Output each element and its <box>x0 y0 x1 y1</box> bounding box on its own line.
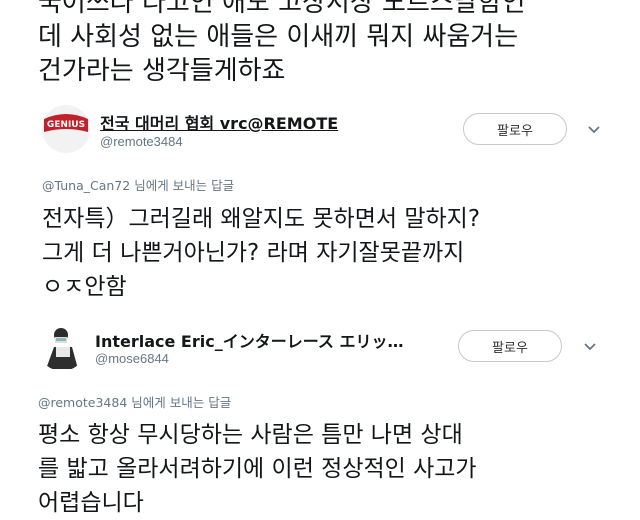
chevron-down-icon[interactable] <box>582 339 598 355</box>
tweet-body: 평소 항상 무시당하는 사람은 틈만 나면 상대 를 밟고 올라서려하기에 이런… <box>38 418 477 520</box>
follow-button[interactable]: 팔로우 <box>458 330 562 362</box>
reply-tweet-2: Interlace Eric_インターレース エリッ… @mose6844 팔로… <box>0 0 640 517</box>
replying-to-label: 님에게 보내는 답글 <box>127 395 232 410</box>
avatar[interactable] <box>38 323 86 371</box>
display-name[interactable]: Interlace Eric_インターレース エリッ… <box>95 328 403 352</box>
tweet-text-line: 를 밟고 올라서려하기에 이런 정상적인 사고가 <box>38 456 477 482</box>
avatar-image <box>38 323 86 371</box>
tweet-text-line: 평소 항상 무시당하는 사람은 틈만 나면 상대 <box>38 422 463 448</box>
mention-link[interactable]: @remote3484 <box>38 395 127 410</box>
tweet-text-line: 어렵습니다 <box>38 490 144 516</box>
replying-to: @remote3484 님에게 보내는 답글 <box>38 392 231 411</box>
user-handle[interactable]: @mose6844 <box>95 351 169 366</box>
